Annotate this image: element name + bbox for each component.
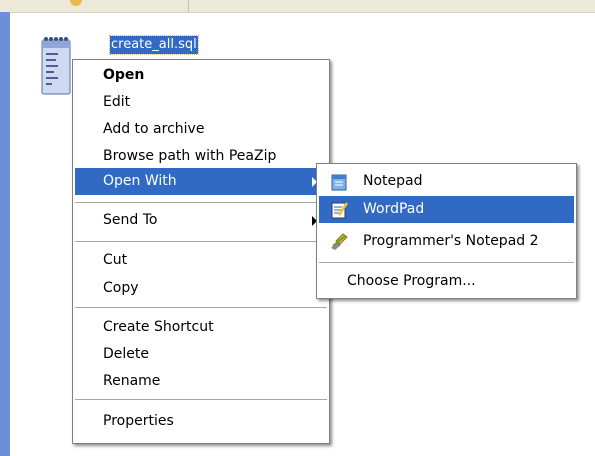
menu-item-send-to-label: Send To	[103, 212, 158, 228]
menu-item-delete[interactable]: Delete	[75, 341, 327, 368]
file-name-label[interactable]: create_all.sql	[109, 35, 199, 55]
menu-item-properties[interactable]: Properties	[75, 408, 327, 435]
menu-item-copy[interactable]: Copy	[75, 275, 327, 302]
window-top-bar	[0, 0, 595, 13]
submenu-item-wordpad-label: WordPad	[363, 201, 425, 217]
menu-separator	[75, 241, 327, 242]
menu-item-add-to-archive[interactable]: Add to archive	[75, 116, 327, 143]
notepad-icon	[329, 172, 349, 192]
menu-item-rename[interactable]: Rename	[75, 368, 327, 395]
wordpad-icon	[329, 200, 349, 220]
toolbar-grip	[70, 0, 82, 6]
submenu-item-notepad-label: Notepad	[363, 173, 423, 189]
submenu-item-programmers-notepad[interactable]: Programmer's Notepad 2	[319, 228, 574, 255]
submenu-item-notepad[interactable]: Notepad	[319, 168, 574, 195]
submenu-item-wordpad[interactable]: WordPad	[319, 196, 574, 223]
menu-item-edit[interactable]: Edit	[75, 89, 327, 116]
menu-item-send-to[interactable]: Send To	[75, 207, 327, 234]
programmers-notepad-icon	[329, 232, 349, 252]
toolbar-separator	[188, 0, 189, 12]
menu-item-create-shortcut[interactable]: Create Shortcut	[75, 314, 327, 341]
menu-separator	[75, 399, 327, 400]
menu-item-browse-peazip[interactable]: Browse path with PeaZip	[75, 143, 327, 170]
task-pane-strip	[0, 12, 10, 456]
notepad-file-icon[interactable]	[40, 34, 74, 96]
submenu-item-programmers-notepad-label: Programmer's Notepad 2	[363, 233, 539, 249]
menu-separator	[319, 262, 574, 263]
menu-item-open-with[interactable]: Open With	[75, 168, 327, 195]
context-menu: Open Edit Add to archive Browse path wit…	[72, 59, 330, 444]
submenu-item-choose-program[interactable]: Choose Program...	[319, 268, 574, 295]
menu-item-cut[interactable]: Cut	[75, 247, 327, 274]
menu-item-open[interactable]: Open	[75, 62, 327, 89]
menu-separator	[75, 202, 327, 203]
menu-separator	[75, 307, 327, 308]
open-with-submenu: Notepad WordPad Programmer's Notepad 2 C…	[316, 163, 577, 299]
menu-item-open-with-label: Open With	[103, 173, 177, 189]
